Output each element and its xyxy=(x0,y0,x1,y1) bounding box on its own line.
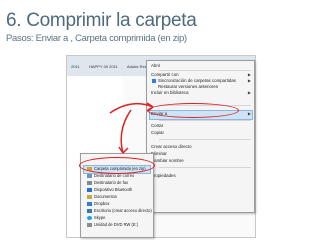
context-menu: Abrir Compartir con ▶ Sincronización de … xyxy=(146,60,255,213)
sync-icon xyxy=(152,79,156,83)
annotation-ellipse-zip xyxy=(79,157,155,174)
desktop-icon xyxy=(87,209,92,213)
send-to-fax[interactable]: Destinatario de fax xyxy=(84,180,152,186)
send-to-dvd[interactable]: Unidad de DVD RW (E:) xyxy=(84,222,152,228)
send-to-bluetooth[interactable]: Dispositivo Bluetooth xyxy=(84,187,152,193)
slide-title: 6. Comprimir la carpeta xyxy=(6,10,197,31)
context-item-cambiar-nombre[interactable]: Cambiar nombre xyxy=(151,158,184,164)
submenu-arrow-icon: ▶ xyxy=(247,111,251,116)
send-to-skype[interactable]: Skype xyxy=(84,215,152,221)
context-item-copiar[interactable]: Copiar xyxy=(151,130,164,136)
documents-icon xyxy=(87,195,92,199)
context-item-abrir[interactable]: Abrir xyxy=(151,63,160,69)
menu-separator xyxy=(159,120,251,121)
context-item-propiedades[interactable]: Propiedades xyxy=(151,173,176,179)
submenu-arrow-icon: ▶ xyxy=(247,78,251,83)
menu-separator xyxy=(159,139,251,140)
annotation-ellipse-enviar-a xyxy=(147,103,239,118)
submenu-arrow-icon: ▶ xyxy=(247,90,251,95)
context-item-cortar[interactable]: Cortar xyxy=(151,123,163,129)
send-to-desktop[interactable]: Escritorio (crear acceso directo) xyxy=(84,208,152,214)
mail-icon xyxy=(87,174,92,178)
send-to-documents[interactable]: Documentos xyxy=(84,194,152,200)
slide-subtitle: Pasos: Enviar a , Carpeta comprimida (en… xyxy=(6,33,187,44)
menu-separator xyxy=(159,70,251,71)
skype-icon xyxy=(87,216,92,220)
breadcrumb-item[interactable]: HAPPY 00 2011 xyxy=(89,64,118,69)
annotation-arrow-icon xyxy=(118,109,132,154)
breadcrumb-item[interactable]: 2011 xyxy=(71,64,80,69)
dvd-drive-icon xyxy=(87,223,92,227)
dropbox-icon xyxy=(87,202,92,206)
menu-separator xyxy=(159,167,251,168)
send-to-dropbox[interactable]: Dropbox xyxy=(84,201,152,207)
bluetooth-icon xyxy=(87,188,92,192)
context-item-acceso-directo[interactable]: Crear acceso directo xyxy=(151,144,192,150)
fax-icon xyxy=(87,181,92,185)
